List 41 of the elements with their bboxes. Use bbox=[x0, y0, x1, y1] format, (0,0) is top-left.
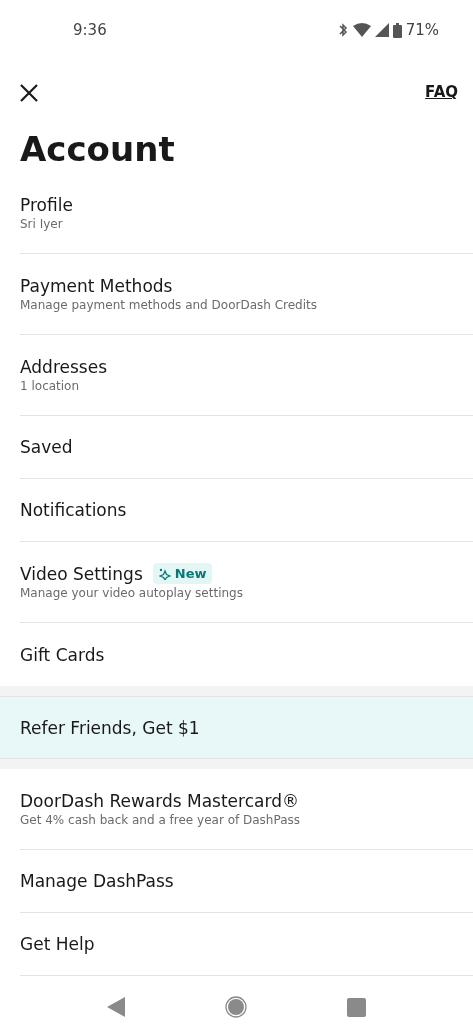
item-label: Payment Methods bbox=[20, 274, 173, 297]
menu-item[interactable]: DoorDash Rewards Mastercard® Get 4% cash back and a free year of DashPass bbox=[20, 769, 473, 850]
menu-item[interactable]: Manage DashPass bbox=[20, 850, 473, 913]
menu-item[interactable]: Notifications bbox=[20, 479, 473, 542]
battery-icon bbox=[392, 22, 402, 38]
item-label: Manage DashPass bbox=[20, 870, 174, 892]
item-subtitle: 1 location bbox=[20, 377, 81, 395]
item-subtitle: Sri Iyer bbox=[20, 215, 64, 233]
referral-label: Refer Friends, Get $1 bbox=[20, 716, 200, 739]
item-label: Addresses bbox=[20, 355, 108, 378]
sparkle-icon bbox=[158, 567, 171, 580]
item-subtitle: Get 4% cash back and a free year of DashPass bbox=[20, 811, 301, 829]
item-label: Get Help bbox=[20, 933, 95, 955]
menu-item[interactable]: Get Help bbox=[20, 913, 473, 976]
back-icon[interactable] bbox=[107, 997, 125, 1017]
item-subtitle: Manage your video autoplay settings bbox=[20, 584, 244, 602]
item-subtitle: Manage payment methods and DoorDash Credits bbox=[20, 296, 318, 314]
menu-item[interactable]: Saved bbox=[20, 416, 473, 479]
status-time: 9:36 bbox=[73, 19, 107, 41]
menu-item[interactable]: Profile Sri Iyer bbox=[20, 173, 473, 254]
item-label: Gift Cards bbox=[20, 643, 105, 666]
recents-icon[interactable] bbox=[347, 997, 366, 1017]
bluetooth-icon bbox=[336, 23, 349, 37]
close-icon bbox=[20, 84, 38, 102]
new-badge: New bbox=[152, 562, 213, 585]
menu-item[interactable]: Payment Methods Manage payment methods and DoorDash Credits bbox=[20, 254, 473, 335]
item-label: Profile bbox=[20, 193, 73, 216]
item-label: Video Settings bbox=[20, 562, 143, 585]
referral-banner[interactable]: Refer Friends, Get $1 bbox=[0, 696, 473, 759]
item-label: Notifications bbox=[20, 499, 127, 521]
item-label: Saved bbox=[20, 436, 73, 458]
signal-icon bbox=[374, 23, 389, 37]
menu-item[interactable]: Video Settings New Manage your video autoplay settings bbox=[20, 542, 473, 623]
page-title: Account bbox=[19, 128, 176, 171]
home-icon[interactable] bbox=[225, 996, 247, 1018]
item-label: DoorDash Rewards Mastercard® bbox=[20, 789, 299, 812]
faq-link[interactable]: FAQ bbox=[425, 81, 458, 104]
menu-item[interactable]: Gift Cards bbox=[20, 623, 473, 686]
menu-item[interactable]: Addresses 1 location bbox=[20, 335, 473, 416]
wifi-icon bbox=[352, 23, 371, 37]
battery-percent: 71% bbox=[405, 19, 439, 41]
